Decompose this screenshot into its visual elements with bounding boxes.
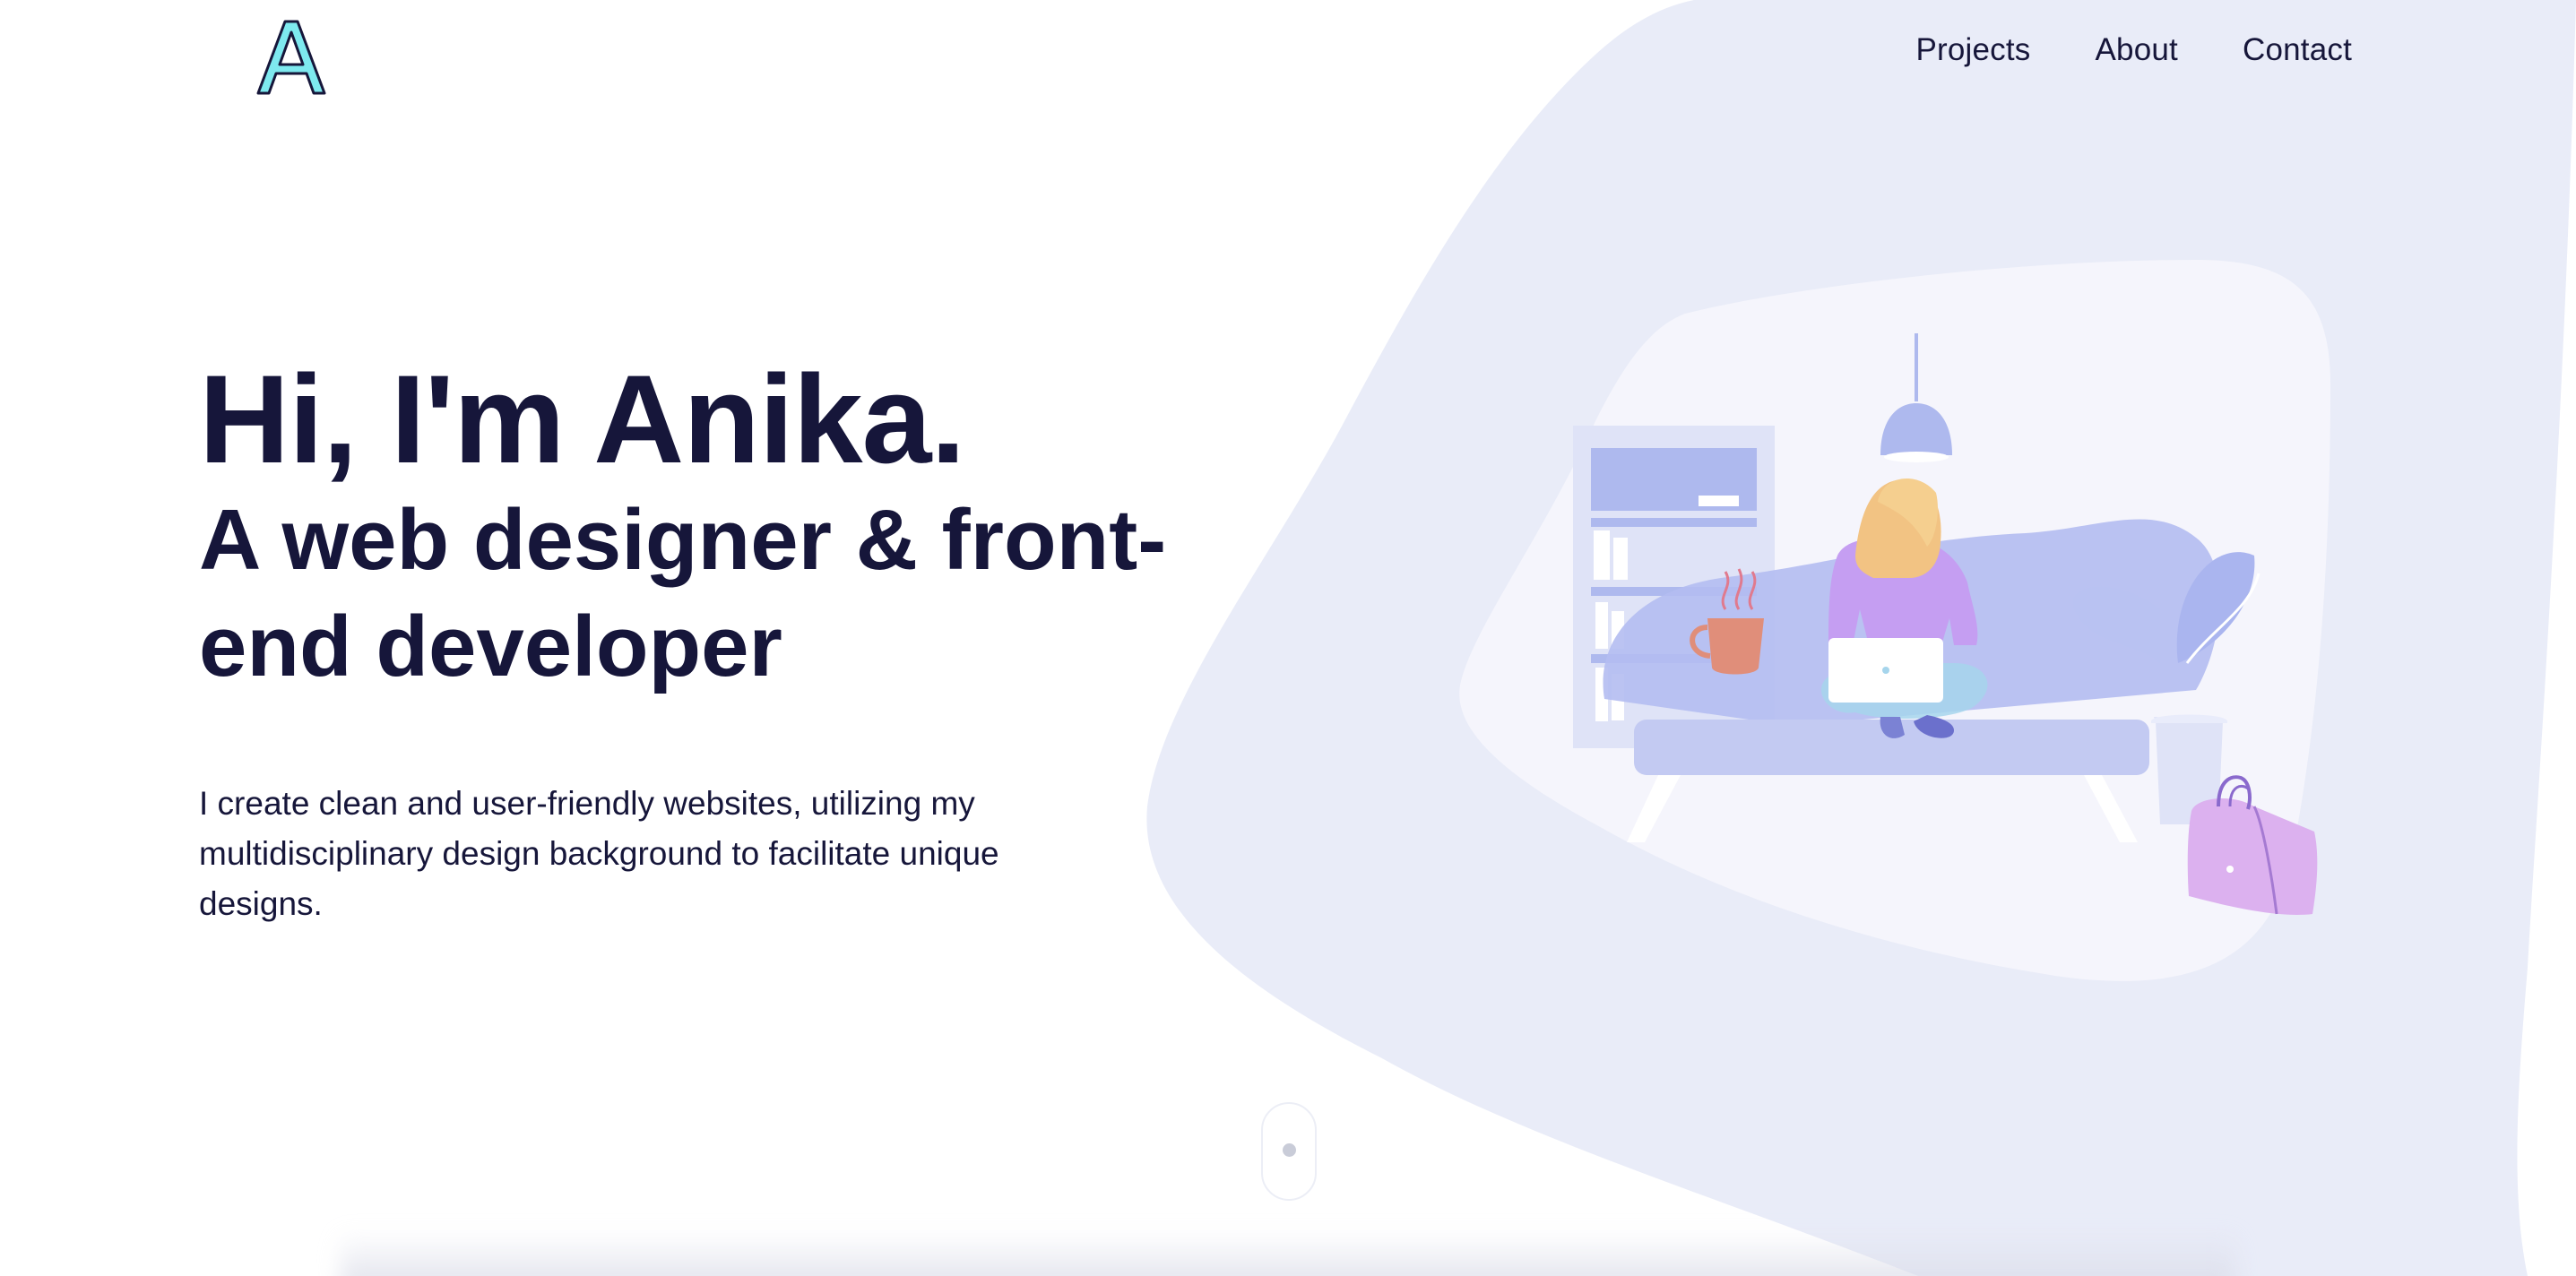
hero-description: I create clean and user-friendly website… bbox=[199, 785, 999, 923]
scroll-dot bbox=[1282, 1143, 1296, 1157]
hero-tagline: A web designer & front-end developer bbox=[199, 492, 1167, 695]
nav-link-projects[interactable]: Projects bbox=[1915, 32, 2030, 68]
bottom-section-shadow bbox=[341, 1231, 2235, 1276]
mouse-scroll-icon[interactable] bbox=[1261, 1102, 1317, 1201]
hero-greeting: Hi, I'm Anika. bbox=[199, 349, 965, 489]
nav-link-about[interactable]: About bbox=[2096, 32, 2178, 68]
letter-a-logo-icon[interactable] bbox=[251, 16, 332, 99]
hero-section: Hi, I'm Anika. A web designer & front-en… bbox=[199, 351, 1212, 929]
main-nav: Projects About Contact bbox=[1915, 32, 2352, 68]
pendant-lamp-icon bbox=[1880, 333, 1952, 462]
nav-link-contact[interactable]: Contact bbox=[2243, 32, 2352, 68]
laptop-icon bbox=[1828, 638, 1943, 703]
page: Projects About Contact Hi, I'm Anika. A … bbox=[0, 0, 2576, 1276]
woman-on-sofa-with-laptop-illustration bbox=[1573, 333, 2318, 915]
